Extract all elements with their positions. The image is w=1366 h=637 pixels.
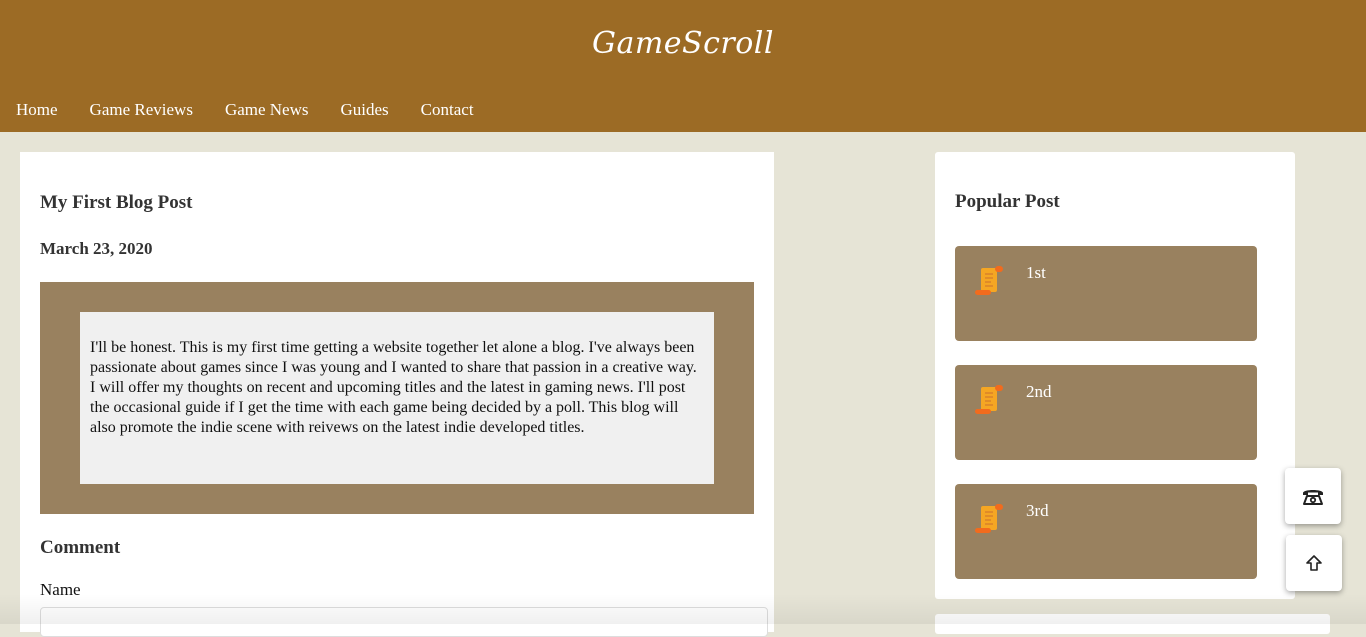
blog-post-card: My First Blog Post March 23, 2020 I'll b… — [20, 152, 774, 637]
name-input[interactable] — [40, 607, 768, 637]
name-label: Name — [40, 580, 81, 599]
popular-post-item[interactable]: 3rd — [955, 484, 1257, 579]
nav-item-game-news[interactable]: Game News — [225, 100, 309, 120]
post-body: I'll be honest. This is my first time ge… — [80, 312, 714, 484]
nav-item-home[interactable]: Home — [16, 100, 58, 120]
comment-heading: Comment — [40, 537, 121, 558]
sidebar-card-secondary — [935, 614, 1330, 634]
nav-item-game-reviews[interactable]: Game Reviews — [90, 100, 193, 120]
phone-icon — [1303, 490, 1323, 505]
back-to-top-button[interactable] — [1286, 535, 1342, 591]
popular-post-item[interactable]: 2nd — [955, 365, 1257, 460]
popular-posts-card: Popular Post 1st 2nd 3rd — [935, 152, 1295, 599]
popular-post-label: 3rd — [1026, 501, 1049, 520]
post-frame: I'll be honest. This is my first time ge… — [40, 282, 754, 514]
nav-item-contact[interactable]: Contact — [421, 100, 474, 120]
scroll-icon — [975, 504, 1003, 533]
site-header: GameScroll Home Game Reviews Game News G… — [0, 0, 1366, 132]
post-title: My First Blog Post — [40, 192, 193, 213]
scroll-icon — [975, 266, 1003, 295]
site-title[interactable]: GameScroll — [0, 26, 1366, 61]
main-nav: Home Game Reviews Game News Guides Conta… — [16, 100, 474, 120]
nav-item-guides[interactable]: Guides — [341, 100, 389, 120]
popular-posts-title: Popular Post — [955, 191, 1060, 212]
popular-post-item[interactable]: 1st — [955, 246, 1257, 341]
popular-post-label: 1st — [1026, 263, 1046, 282]
popular-post-label: 2nd — [1026, 382, 1052, 401]
scroll-icon — [975, 385, 1003, 414]
contact-phone-button[interactable] — [1285, 468, 1341, 524]
post-date: March 23, 2020 — [40, 239, 153, 258]
arrow-up-icon — [1306, 555, 1322, 571]
